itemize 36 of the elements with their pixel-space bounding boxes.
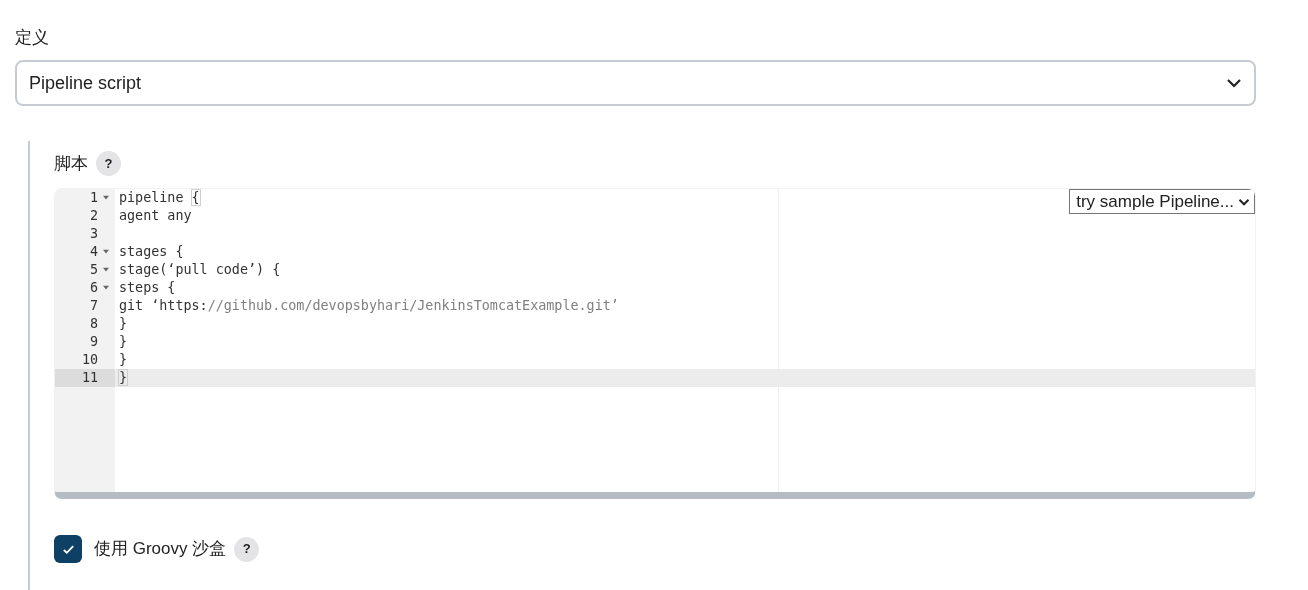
line-number: 3 [89,225,99,243]
code-line: } [118,333,128,351]
line-number: 5 [89,261,99,279]
line-number: 4 [89,243,99,261]
sandbox-checkbox[interactable] [54,535,82,563]
line-number: 10 [81,351,99,369]
code-line: } [118,369,129,387]
help-button[interactable]: ? [234,536,260,562]
code-line: git ‘https://github.com/devopsbyhari/JenkinsTomcatExample.git’ [118,297,619,315]
code-line: } [118,315,128,333]
chevron-down-icon [1226,78,1242,88]
definition-select[interactable]: Pipeline script [15,60,1256,106]
code-line: } [118,351,128,369]
fold-arrow-icon[interactable] [103,195,111,201]
line-number: 2 [89,207,99,225]
script-label: 脚本 [54,152,88,175]
code-line: pipeline { [118,189,200,207]
chevron-down-icon [1238,197,1250,206]
code-editor[interactable]: 1 pipeline { 2 agent any 3 4 stages { 5 stage(‘pull code’) { 6 steps { 7 git ‘https://github.com/devopsbyhari/JenkinsTomcatExample.git’ 8 } 9 } 10 } 11 } try sample Pipeline... [54,188,1256,499]
definition-label: 定义 [15,27,50,49]
line-number: 7 [89,297,99,315]
line-number: 1 [89,189,99,207]
sample-select[interactable]: try sample Pipeline... [1069,189,1255,214]
help-button[interactable]: ? [96,151,121,176]
fold-arrow-icon[interactable] [103,285,111,291]
code-line: steps { [118,279,176,297]
line-number: 9 [89,333,99,351]
line-number: 8 [89,315,99,333]
fold-arrow-icon[interactable] [103,249,111,255]
code-line: agent any [118,207,192,225]
line-number: 11 [81,369,99,387]
code-line: stages { [118,243,184,261]
fold-arrow-icon[interactable] [103,267,111,273]
sandbox-label: 使用 Groovy 沙盒 [94,538,227,560]
code-line: stage(‘pull code’) { [118,261,281,279]
line-number: 6 [89,279,99,297]
